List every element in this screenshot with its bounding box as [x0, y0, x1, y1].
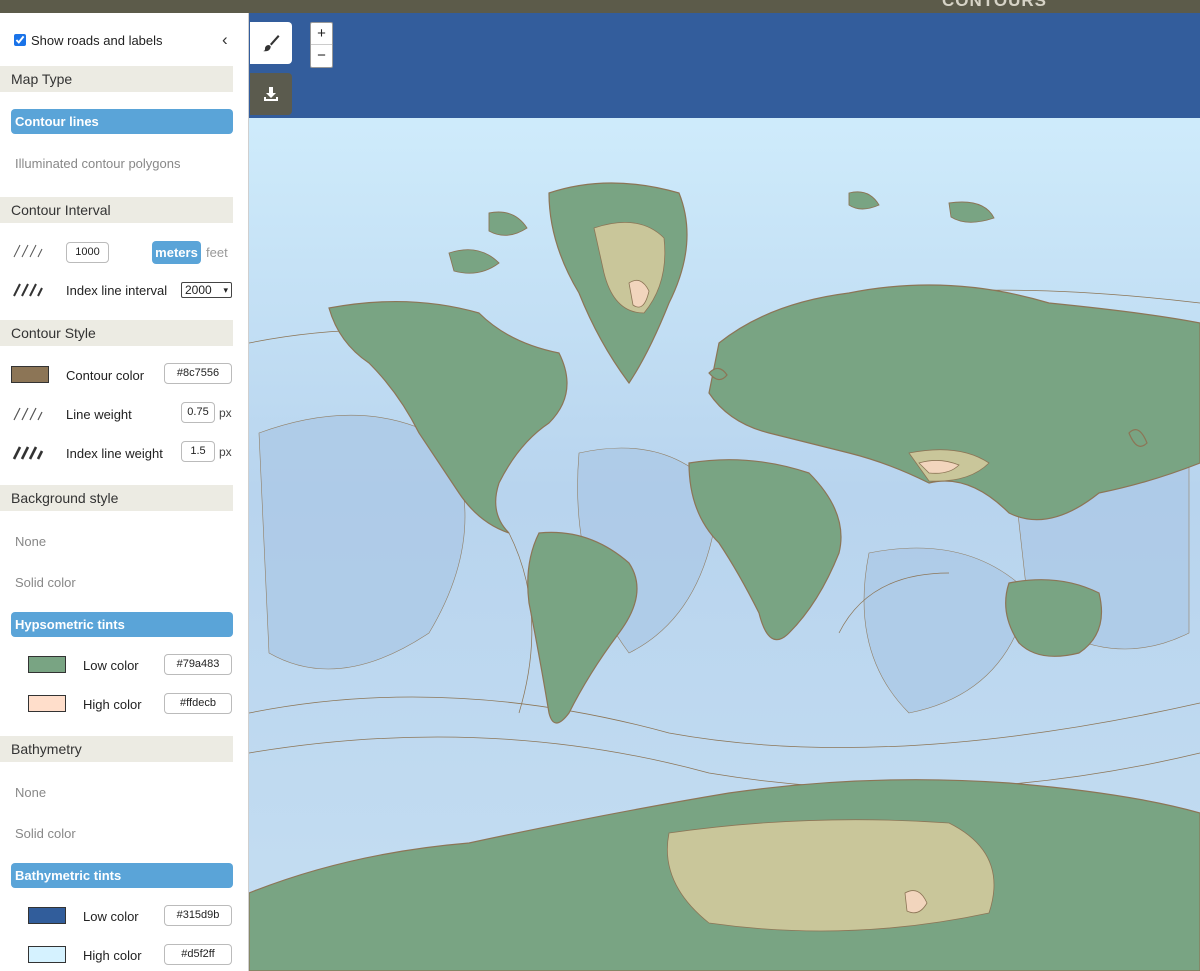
- bathy-high-color-swatch[interactable]: [28, 946, 66, 963]
- bathy-low-color-swatch[interactable]: [28, 907, 66, 924]
- paintbrush-icon: [263, 35, 280, 52]
- option-contour-lines[interactable]: Contour lines: [11, 109, 233, 134]
- chevron-down-icon: ▾: [223, 285, 228, 295]
- contour-color-input[interactable]: #8c7556: [164, 363, 232, 384]
- bathy-option-none[interactable]: None: [15, 785, 46, 800]
- map-canvas[interactable]: [249, 13, 1200, 971]
- line-weight-label: Line weight: [66, 407, 132, 422]
- zoom-in-button[interactable]: +: [311, 23, 332, 45]
- settings-panel: Show roads and labels ‹ Map Type Contour…: [0, 13, 249, 971]
- section-bathymetry: Bathymetry: [0, 736, 233, 762]
- contour-color-swatch[interactable]: [11, 366, 49, 383]
- bg-low-color-label: Low color: [83, 658, 139, 673]
- option-illuminated-polygons[interactable]: Illuminated contour polygons: [15, 156, 181, 171]
- line-weight-input[interactable]: 0.75: [181, 402, 215, 423]
- style-brush-button[interactable]: [250, 22, 292, 64]
- bg-low-color-input[interactable]: #79a483: [164, 654, 232, 675]
- contour-color-label: Contour color: [66, 368, 145, 383]
- zoom-control: + −: [310, 22, 333, 68]
- unit-feet-button[interactable]: feet: [206, 245, 228, 260]
- index-lines-icon: [13, 283, 43, 297]
- bathy-option-tints[interactable]: Bathymetric tints: [11, 863, 233, 888]
- app-brand: CONTOURS: [942, 0, 1047, 10]
- download-icon: [264, 87, 278, 101]
- index-weight-input[interactable]: 1.5: [181, 441, 215, 462]
- thin-lines-icon: [13, 244, 43, 258]
- interval-input[interactable]: 1000: [66, 242, 109, 263]
- line-weight-unit: px: [219, 406, 232, 420]
- line-weight-icon: [13, 407, 43, 421]
- bg-low-color-swatch[interactable]: [28, 656, 66, 673]
- bg-option-hypsometric[interactable]: Hypsometric tints: [11, 612, 233, 637]
- section-contour-interval: Contour Interval: [0, 197, 233, 223]
- bathy-low-color-label: Low color: [83, 909, 139, 924]
- bathy-option-solid[interactable]: Solid color: [15, 826, 76, 841]
- map-header-band: [249, 13, 1200, 118]
- bathy-low-color-input[interactable]: #315d9b: [164, 905, 232, 926]
- show-roads-label: Show roads and labels: [31, 32, 163, 48]
- bg-option-none[interactable]: None: [15, 534, 46, 549]
- zoom-out-button[interactable]: −: [311, 45, 332, 67]
- bg-high-color-input[interactable]: #ffdecb: [164, 693, 232, 714]
- index-interval-label: Index line interval: [66, 283, 168, 298]
- section-map-type: Map Type: [0, 66, 233, 92]
- bathy-high-color-label: High color: [83, 948, 142, 963]
- bg-high-color-swatch[interactable]: [28, 695, 66, 712]
- section-contour-style: Contour Style: [0, 320, 233, 346]
- index-interval-value: 2000: [185, 283, 212, 297]
- bathy-high-color-input[interactable]: #d5f2ff: [164, 944, 232, 965]
- index-weight-label: Index line weight: [66, 446, 163, 461]
- show-roads-checkbox[interactable]: [14, 34, 26, 46]
- index-interval-select[interactable]: 2000 ▾: [181, 282, 232, 298]
- bg-option-solid[interactable]: Solid color: [15, 575, 76, 590]
- top-bar: CONTOURS: [0, 0, 1200, 13]
- download-button[interactable]: [250, 73, 292, 115]
- section-background-style: Background style: [0, 485, 233, 511]
- show-roads-row: Show roads and labels: [0, 29, 249, 51]
- collapse-panel-button[interactable]: ‹: [222, 31, 228, 49]
- index-weight-unit: px: [219, 445, 232, 459]
- index-weight-icon: [12, 446, 44, 460]
- contour-map: [249, 13, 1200, 971]
- bg-high-color-label: High color: [83, 697, 142, 712]
- unit-meters-button[interactable]: meters: [152, 241, 201, 264]
